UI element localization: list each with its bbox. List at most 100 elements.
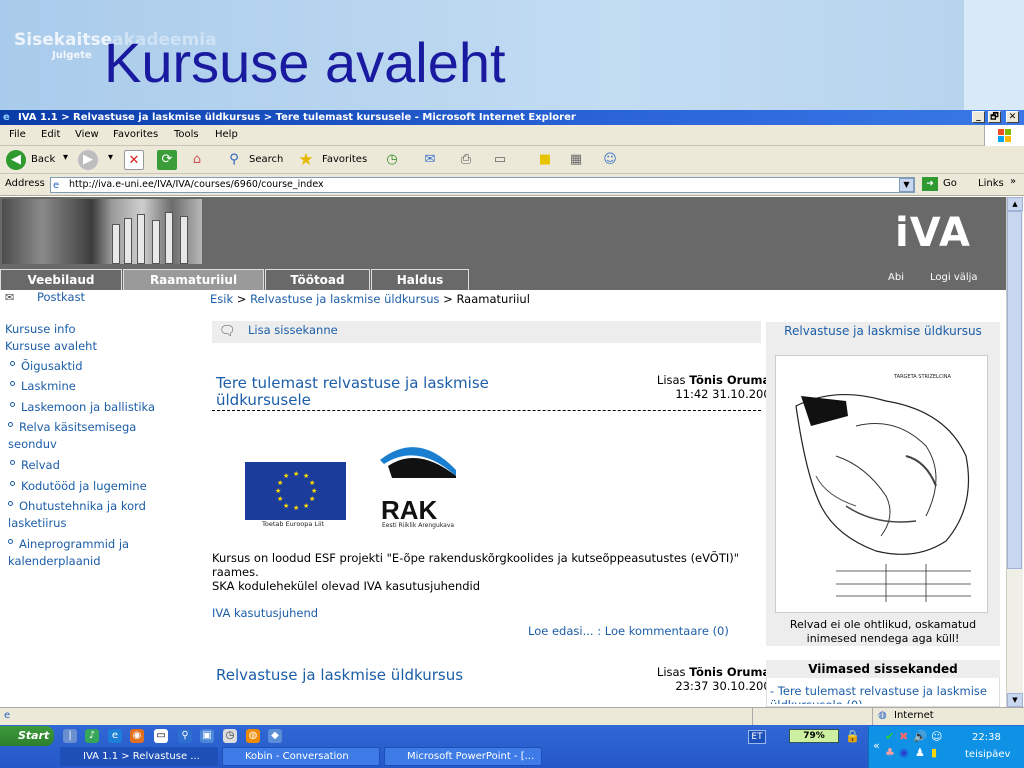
clock-day[interactable]: teisipäev	[965, 749, 1010, 760]
nav-item[interactable]: Õigusaktid	[10, 358, 200, 375]
tray-expand-icon[interactable]: «	[873, 739, 880, 752]
taskbar-button-powerpoint[interactable]: Microsoft PowerPoint - [...	[384, 747, 542, 766]
start-button[interactable]: Start	[0, 726, 54, 746]
print-icon[interactable]: ⎙	[456, 150, 476, 170]
add-entry-link[interactable]: Lisa sissekanne	[248, 323, 338, 337]
lock-icon[interactable]: 🔒	[845, 729, 860, 743]
messenger-icon[interactable]: ☺	[600, 150, 620, 170]
forward-arrow-icon[interactable]: ▶	[78, 150, 98, 170]
nav-item[interactable]: Laskemoon ja ballistika	[10, 399, 200, 416]
tab-raamaturiiul[interactable]: Raamaturiiul	[123, 269, 264, 290]
menu-view[interactable]: View	[75, 129, 99, 140]
nav-item[interactable]: Kodutööd ja lugemine	[10, 478, 200, 495]
speech-bubble-icon[interactable]: 🗨	[219, 324, 236, 339]
discuss-icon[interactable]: ■	[535, 150, 555, 170]
taskbar-button-ie[interactable]: IVA 1.1 > Relvastuse ...	[60, 747, 218, 766]
search-button-label[interactable]: Search	[249, 154, 283, 165]
menu-edit[interactable]: Edit	[41, 129, 60, 140]
address-input[interactable]: http://iva.e-uni.ee/IVA/IVA/courses/6960…	[50, 177, 915, 193]
go-arrow-icon[interactable]: ➜	[922, 177, 938, 191]
tab-tootoad[interactable]: Töötoad	[265, 269, 370, 290]
nav-item[interactable]: Laskmine	[10, 378, 200, 395]
back-dropdown-icon[interactable]: ▾	[63, 152, 68, 163]
mail-icon[interactable]: ✉	[420, 150, 440, 170]
iva-logo[interactable]: iVA	[895, 210, 971, 256]
quicklaunch-ie-icon[interactable]: e	[108, 729, 122, 743]
clock-time[interactable]: 22:38	[972, 732, 1001, 743]
internet-zone-icon: ◍	[878, 710, 887, 721]
quicklaunch-orange-icon[interactable]: ◍	[246, 729, 260, 743]
back-button-label[interactable]: Back	[31, 154, 55, 165]
breadcrumb-course[interactable]: Relvastuse ja laskmise üldkursus	[250, 292, 439, 306]
recent-entry-link[interactable]: - Tere tulemast relvastuse ja laskmise ü…	[770, 684, 996, 704]
course-info-link[interactable]: Kursuse info	[5, 321, 76, 338]
back-arrow-icon[interactable]: ◀	[6, 150, 26, 170]
quicklaunch-search-icon[interactable]: ⚲	[178, 729, 192, 743]
nav-item[interactable]: Ohutustehnika ja kord lasketiirus	[8, 498, 188, 532]
scroll-up-icon[interactable]: ▲	[1007, 197, 1023, 211]
menu-file[interactable]: File	[9, 129, 26, 140]
tray-user-icon[interactable]: ☺	[931, 730, 942, 743]
read-more-link[interactable]: Loe edasi...	[528, 624, 594, 638]
address-dropdown-icon[interactable]: ▼	[899, 178, 914, 192]
home-icon[interactable]: ⌂	[187, 150, 207, 170]
tab-haldus[interactable]: Haldus	[371, 269, 469, 290]
post-title[interactable]: Relvastuse ja laskmise üldkursus	[216, 667, 546, 684]
scroll-down-icon[interactable]: ▼	[1007, 693, 1023, 707]
svg-text:★: ★	[277, 479, 283, 487]
post-title[interactable]: Tere tulemast relvastuse ja laskmise üld…	[216, 375, 546, 409]
quicklaunch-shield-icon[interactable]: ◆	[268, 729, 282, 743]
stop-icon[interactable]: ✕	[124, 150, 144, 170]
help-link[interactable]: Abi	[888, 272, 904, 283]
nav-item[interactable]: Aineprogrammid ja kalenderplaanid	[8, 536, 188, 570]
forward-dropdown-icon[interactable]: ▾	[108, 152, 113, 163]
svg-text:★: ★	[293, 470, 299, 478]
menu-help[interactable]: Help	[215, 129, 238, 140]
history-icon[interactable]: ◷	[382, 150, 402, 170]
tab-veebilaud[interactable]: Veebilaud	[0, 269, 122, 290]
tray-network-icon[interactable]: ✖	[899, 730, 908, 743]
logout-link[interactable]: Logi välja	[930, 272, 978, 283]
chevron-right-icon[interactable]: »	[1010, 176, 1016, 187]
tray-globe-icon[interactable]: ◉	[899, 746, 909, 759]
nav-item[interactable]: Relva käsitsemisega seonduv	[8, 419, 188, 453]
tray-volume-icon[interactable]: 🔊	[913, 730, 927, 743]
quicklaunch-media-icon[interactable]: ♪	[85, 729, 99, 743]
minimize-button[interactable]: _	[972, 111, 985, 123]
scroll-thumb[interactable]	[1007, 211, 1022, 569]
comments-link[interactable]: Loe kommentaare (0)	[605, 624, 729, 638]
postkast-link[interactable]: Postkast	[37, 289, 85, 306]
research-icon[interactable]: ▦	[566, 150, 586, 170]
tray-messenger-icon[interactable]: ♟	[915, 746, 925, 759]
favorites-button-label[interactable]: Favorites	[322, 154, 367, 165]
maximize-button[interactable]: 🗗	[988, 111, 1001, 123]
battery-indicator[interactable]: 79%	[789, 729, 839, 743]
quicklaunch-player-icon[interactable]: ◷	[223, 729, 237, 743]
iva-guide-link[interactable]: IVA kasutusjuhend	[212, 606, 318, 620]
quicklaunch-firefox-icon[interactable]: ◉	[130, 729, 144, 743]
course-home-link[interactable]: Kursuse avaleht	[5, 338, 97, 355]
language-indicator[interactable]: ET	[748, 730, 766, 744]
refresh-icon[interactable]: ⟳	[157, 150, 177, 170]
tray-drive-icon[interactable]: ▮	[931, 746, 937, 759]
post-author: Tõnis Orumaa	[689, 665, 778, 679]
quicklaunch-window-icon[interactable]: ▣	[200, 729, 214, 743]
menu-tools[interactable]: Tools	[174, 129, 199, 140]
tray-check-icon[interactable]: ✔	[885, 730, 894, 743]
course-box-title[interactable]: Relvastuse ja laskmise üldkursus	[770, 325, 996, 338]
quicklaunch-desktop-icon[interactable]: ▭	[154, 729, 168, 743]
go-button[interactable]: Go	[943, 178, 957, 189]
close-button[interactable]: ✕	[1006, 111, 1019, 123]
tray-app-icon[interactable]: ♣	[885, 746, 895, 759]
favorites-star-icon[interactable]: ★	[296, 150, 316, 170]
quicklaunch-app-icon[interactable]: |	[63, 729, 77, 743]
nav-item[interactable]: Relvad	[10, 457, 200, 474]
edit-icon[interactable]: ▭	[490, 150, 510, 170]
window-title: IVA 1.1 > Relvastuse ja laskmise üldkurs…	[18, 112, 576, 123]
taskbar-button-kobin[interactable]: Kobin - Conversation	[222, 747, 380, 766]
search-icon[interactable]: ⚲	[224, 150, 244, 170]
menu-favorites[interactable]: Favorites	[113, 129, 158, 140]
breadcrumb-home[interactable]: Esik	[210, 292, 233, 306]
links-button[interactable]: Links	[978, 178, 1004, 189]
page-icon: e	[53, 180, 60, 191]
